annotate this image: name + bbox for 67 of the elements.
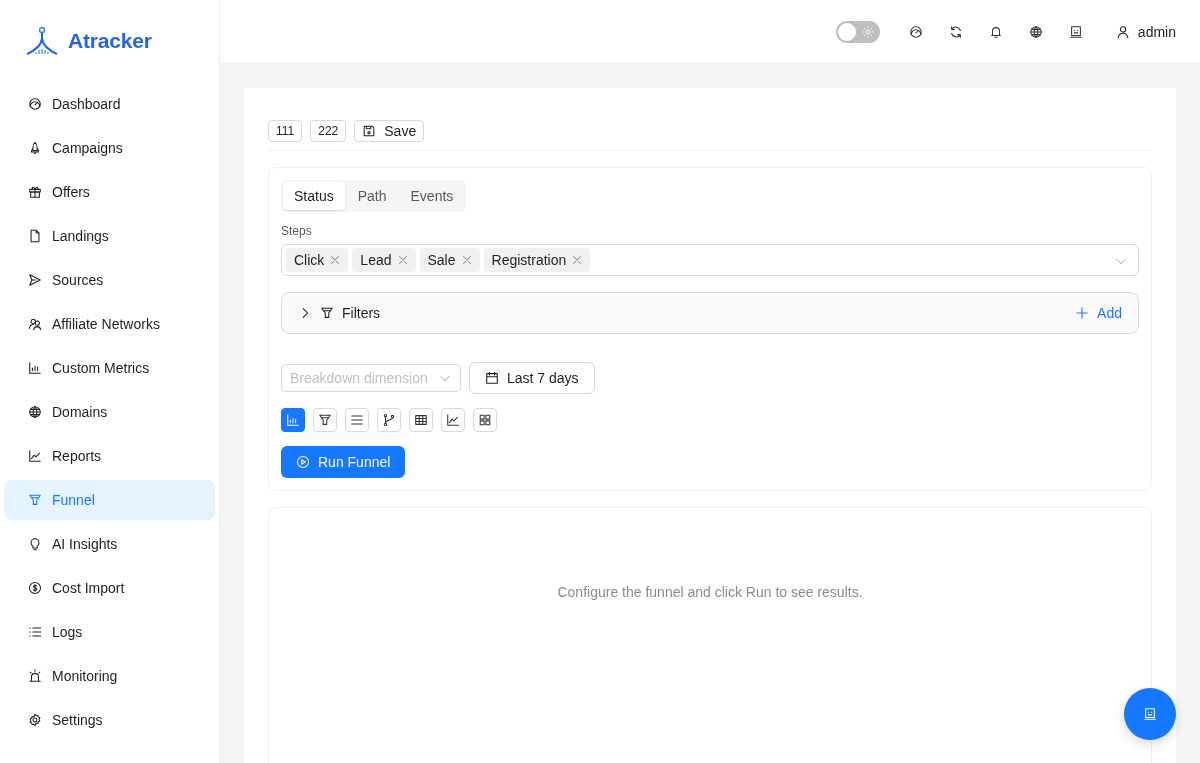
- gear-icon: [28, 713, 42, 727]
- sidebar-item[interactable]: Settings: [4, 700, 215, 740]
- funnel-icon: [28, 493, 42, 507]
- gauge-icon: [28, 97, 42, 111]
- globe-icon: [28, 405, 42, 419]
- alarm-icon: [28, 669, 42, 683]
- gift-icon: [28, 185, 42, 199]
- sidebar-item[interactable]: Affiliate Networks: [4, 304, 215, 344]
- step-tag[interactable]: Click: [286, 248, 349, 272]
- field-label: Steps: [281, 224, 312, 238]
- plus-icon: [1075, 306, 1090, 320]
- bar-chart-icon: [28, 361, 42, 375]
- list-icon: [28, 625, 42, 639]
- sidebar-item[interactable]: Monitoring: [4, 656, 215, 696]
- sidebar-item[interactable]: Logs: [4, 612, 215, 652]
- send-icon: [28, 273, 42, 287]
- menu-icon[interactable]: [345, 408, 369, 432]
- step-tag[interactable]: Lead: [352, 248, 416, 272]
- bar-chart-icon[interactable]: [281, 408, 305, 432]
- sidebar-item[interactable]: Sources: [4, 260, 215, 300]
- empty-message: Configure the funnel and click Run to see results.: [557, 584, 863, 600]
- sidebar-item[interactable]: Offers: [4, 172, 215, 212]
- logo-icon: [26, 26, 60, 56]
- branch-icon[interactable]: [377, 408, 401, 432]
- steps-select[interactable]: Click Lead Sale Registration: [281, 244, 1139, 276]
- filters-panel[interactable]: Filters Add: [281, 292, 1139, 334]
- sidebar-item[interactable]: Dashboard: [4, 84, 215, 124]
- sidebar-item[interactable]: Funnel: [4, 480, 215, 520]
- robot-icon: [1143, 707, 1157, 721]
- panel-title: Filters: [342, 305, 381, 321]
- rocket-icon: [28, 141, 42, 155]
- date-range-button[interactable]: Last 7 days: [469, 362, 595, 394]
- dollar-icon: [28, 581, 42, 595]
- tab[interactable]: Status: [283, 182, 345, 210]
- run-button[interactable]: Run Funnel: [281, 446, 406, 478]
- bulb-icon: [28, 537, 42, 551]
- line-chart-icon[interactable]: [441, 408, 465, 432]
- sun-icon: [861, 25, 874, 38]
- grid-icon[interactable]: [473, 408, 497, 432]
- sidebar-item[interactable]: Domains: [4, 392, 215, 432]
- funnel-icon: [320, 306, 334, 320]
- file-icon: [28, 229, 42, 243]
- line-chart-icon: [28, 449, 42, 463]
- add-button[interactable]: Add: [1075, 305, 1122, 321]
- play-icon: [296, 455, 310, 469]
- calendar-icon: [485, 371, 499, 385]
- step-tag[interactable]: Sale: [419, 248, 480, 272]
- user-menu[interactable]: admin: [1115, 23, 1176, 40]
- sidebar-item[interactable]: Reports: [4, 436, 215, 476]
- save-icon: [362, 124, 377, 138]
- brand-name: Atracker: [68, 29, 152, 53]
- users-icon: [28, 317, 42, 331]
- sidebar-item[interactable]: Campaigns: [4, 128, 215, 168]
- theme-toggle[interactable]: [835, 20, 880, 43]
- sidebar-item[interactable]: Custom Metrics: [4, 348, 215, 388]
- save-button[interactable]: Save: [354, 120, 425, 142]
- sidebar-item[interactable]: Cost Import: [4, 568, 215, 608]
- sidebar-item[interactable]: AI Insights: [4, 524, 215, 564]
- step-tag[interactable]: Registration: [483, 248, 591, 272]
- tab[interactable]: Events: [399, 182, 465, 210]
- user-icon: [1115, 24, 1130, 39]
- sidebar-item[interactable]: Landings: [4, 216, 215, 256]
- tab[interactable]: Path: [346, 182, 398, 210]
- toolbar-button[interactable]: 111: [268, 120, 303, 142]
- toolbar-button[interactable]: 222: [310, 120, 347, 142]
- table-icon[interactable]: [409, 408, 433, 432]
- funnel-icon[interactable]: [313, 408, 337, 432]
